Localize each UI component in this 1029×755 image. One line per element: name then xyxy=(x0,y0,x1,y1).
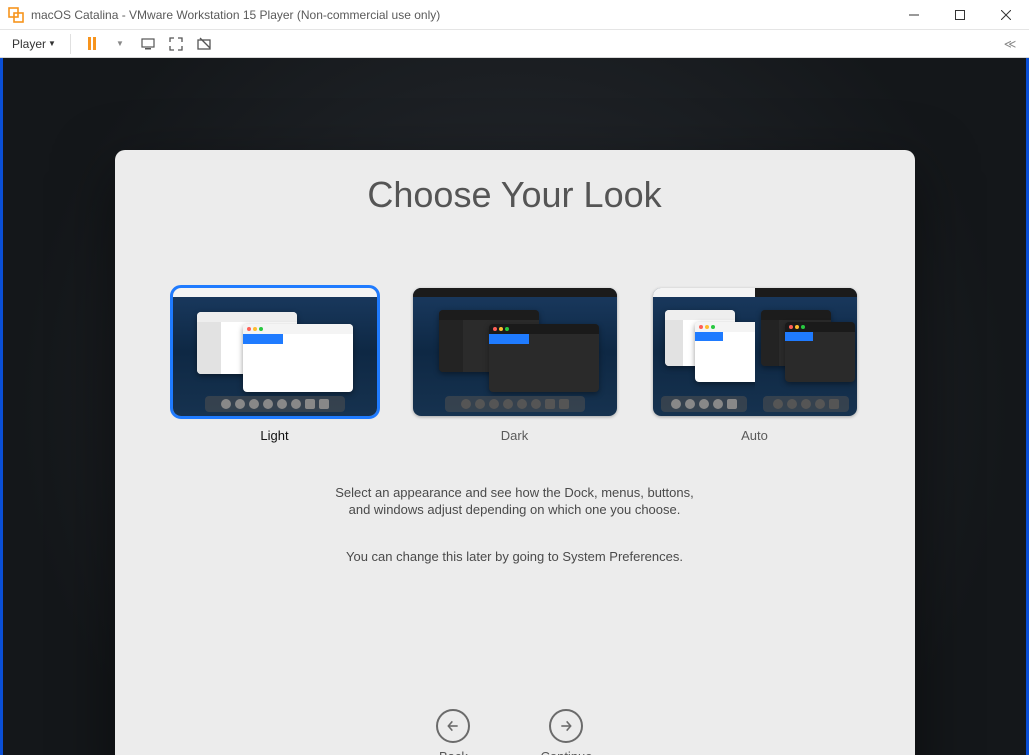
desc-line-1: Select an appearance and see how the Doc… xyxy=(335,485,693,500)
nav-buttons: Back Continue xyxy=(436,709,592,755)
appearance-option-light[interactable]: Light xyxy=(173,288,377,443)
appearance-thumb-light xyxy=(173,288,377,416)
appearance-option-dark[interactable]: Dark xyxy=(413,288,617,443)
player-menu[interactable]: Player ▼ xyxy=(8,35,60,53)
pause-icon xyxy=(88,37,96,50)
back-button[interactable]: Back xyxy=(436,709,470,755)
appearance-thumb-dark xyxy=(413,288,617,416)
arrow-right-icon xyxy=(549,709,583,743)
arrow-left-icon xyxy=(436,709,470,743)
window-minimize-button[interactable] xyxy=(891,0,937,30)
player-menu-label: Player xyxy=(12,37,46,51)
window-maximize-button[interactable] xyxy=(937,0,983,30)
power-menu-dropdown[interactable]: ▼ xyxy=(109,33,131,55)
vmware-window-title: macOS Catalina - VMware Workstation 15 P… xyxy=(31,8,440,22)
unity-button[interactable] xyxy=(193,33,215,55)
continue-button-label: Continue xyxy=(540,749,592,755)
back-button-label: Back xyxy=(439,749,468,755)
vmware-logo-icon xyxy=(8,7,24,23)
appearance-option-auto[interactable]: Auto xyxy=(653,288,857,443)
appearance-option-label: Auto xyxy=(741,428,768,443)
chevron-down-icon: ▼ xyxy=(116,39,124,48)
pause-vm-button[interactable] xyxy=(81,33,103,55)
collapse-toolbar-button[interactable]: ≪ xyxy=(999,33,1021,55)
send-ctrl-alt-del-button[interactable] xyxy=(137,33,159,55)
appearance-thumb-auto xyxy=(653,288,857,416)
window-close-button[interactable] xyxy=(983,0,1029,30)
unity-icon xyxy=(196,36,212,52)
guest-display: Choose Your Look Light xyxy=(0,58,1029,755)
desc-line-2: and windows adjust depending on which on… xyxy=(349,502,681,517)
chevron-down-icon: ▼ xyxy=(48,39,56,48)
continue-button[interactable]: Continue xyxy=(540,709,592,755)
setup-panel: Choose Your Look Light xyxy=(115,150,915,755)
vmware-titlebar: macOS Catalina - VMware Workstation 15 P… xyxy=(0,0,1029,30)
fullscreen-button[interactable] xyxy=(165,33,187,55)
appearance-option-label: Dark xyxy=(501,428,528,443)
devices-icon xyxy=(140,36,156,52)
desc-line-3: You can change this later by going to Sy… xyxy=(335,549,693,566)
appearance-option-label: Light xyxy=(260,428,288,443)
setup-heading: Choose Your Look xyxy=(367,174,661,216)
setup-description: Select an appearance and see how the Doc… xyxy=(335,485,693,566)
fullscreen-icon xyxy=(168,36,184,52)
vmware-toolbar: Player ▼ ▼ ≪ xyxy=(0,30,1029,58)
appearance-options: Light Dark xyxy=(173,288,857,443)
collapse-icon: ≪ xyxy=(1004,37,1017,51)
toolbar-separator xyxy=(70,34,71,54)
